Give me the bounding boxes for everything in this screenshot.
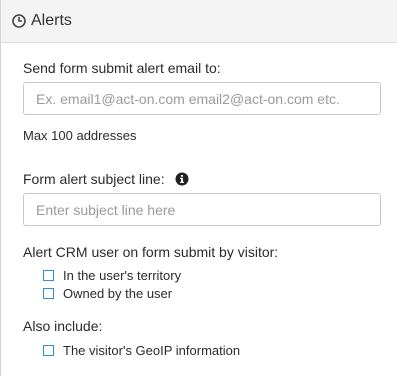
include-option-geoip[interactable]: The visitor's GeoIP information — [43, 343, 240, 358]
alerts-body: Send form submit alert email to: Max 100… — [1, 43, 397, 376]
alerts-panel: Alerts Send form submit alert email to: … — [0, 0, 397, 376]
owned-checkbox[interactable] — [43, 288, 54, 299]
info-icon[interactable] — [175, 172, 189, 186]
email-max-hint: Max 100 addresses — [23, 128, 137, 143]
subject-line-label: Form alert subject line: — [23, 171, 189, 187]
alerts-header[interactable]: Alerts — [1, 0, 397, 43]
email-alert-input[interactable] — [23, 82, 381, 115]
crm-alert-label: Alert CRM user on form submit by visitor… — [23, 244, 279, 260]
owned-label: Owned by the user — [63, 286, 173, 301]
alerts-title: Alerts — [31, 12, 72, 29]
crm-option-owned[interactable]: Owned by the user — [43, 286, 172, 301]
geoip-checkbox[interactable] — [43, 345, 54, 356]
subject-line-label-text: Form alert subject line: — [23, 171, 165, 187]
subject-line-input[interactable] — [23, 193, 381, 226]
territory-label: In the user's territory — [63, 268, 182, 283]
crm-option-territory[interactable]: In the user's territory — [43, 268, 181, 283]
territory-checkbox[interactable] — [43, 270, 54, 281]
clock-icon — [11, 13, 27, 29]
email-alert-label: Send form submit alert email to: — [23, 60, 221, 76]
also-include-label: Also include: — [23, 318, 103, 334]
geoip-label: The visitor's GeoIP information — [63, 343, 241, 358]
